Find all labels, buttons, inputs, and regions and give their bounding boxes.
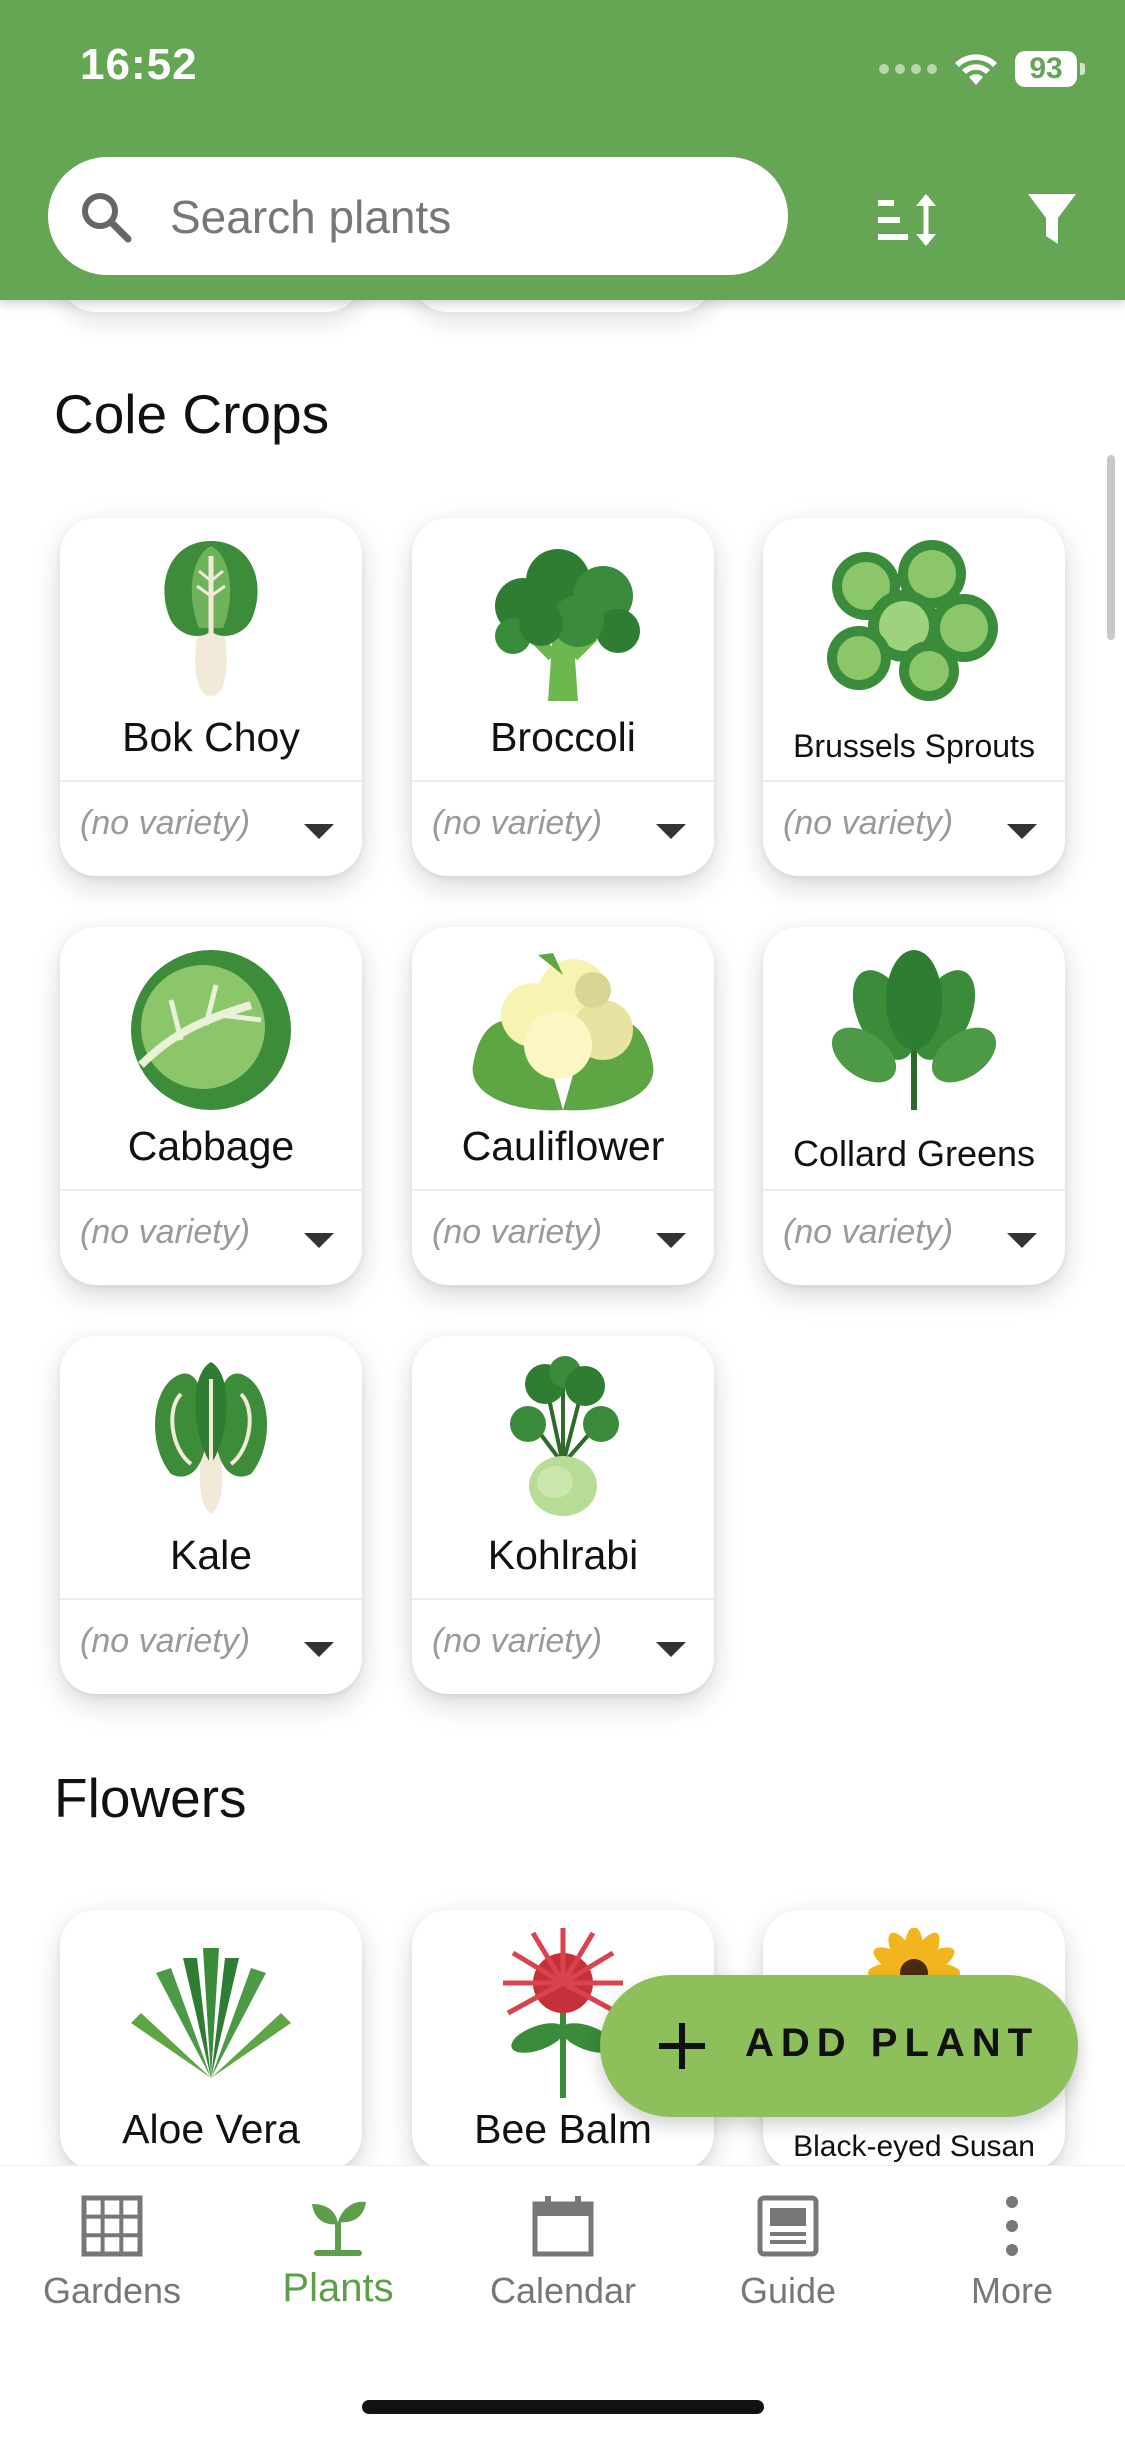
plant-name: Cabbage	[127, 1123, 295, 1169]
sprout-icon	[312, 2201, 366, 2256]
plant-name: Brussels Sprouts	[793, 728, 1035, 764]
section-title-flowers: Flowers	[54, 1767, 247, 1829]
tab-label: Gardens	[42, 2270, 182, 2311]
more-icon	[1006, 2196, 1018, 2256]
tab-label: Guide	[739, 2270, 837, 2311]
plant-name: Cauliflower	[461, 1123, 665, 1169]
status-time: 16:52	[80, 40, 198, 89]
caret-down-icon[interactable]	[304, 1233, 334, 1248]
app-header: 16:52 93	[0, 0, 1125, 300]
tab-more[interactable]: More	[922, 2194, 1102, 2312]
plant-card-bok-choy[interactable]: Bok Choy (no variety)	[60, 518, 362, 876]
cabbage-icon	[131, 950, 291, 1110]
variety-dropdown[interactable]: (no variety)	[80, 1622, 250, 1661]
plant-card-collard-greens[interactable]: Collard Greens (no variety)	[763, 927, 1065, 1285]
cellular-signal-icon	[879, 64, 937, 74]
tab-gardens[interactable]: Gardens	[22, 2194, 202, 2312]
variety-dropdown[interactable]: (no variety)	[80, 1213, 250, 1252]
tab-plants[interactable]: Plants	[248, 2194, 428, 2311]
search-bar[interactable]	[48, 157, 788, 275]
variety-dropdown[interactable]: (no variety)	[783, 1213, 953, 1252]
cauliflower-icon	[472, 953, 654, 1111]
tab-label: Calendar	[489, 2270, 637, 2311]
caret-down-icon[interactable]	[1007, 824, 1037, 839]
variety-dropdown[interactable]: (no variety)	[432, 1622, 602, 1661]
sort-button[interactable]	[868, 180, 948, 260]
divider	[412, 780, 714, 782]
plant-card-broccoli[interactable]: Broccoli (no variety)	[412, 518, 714, 876]
plant-card-aloe-vera[interactable]: Aloe Vera	[60, 1910, 362, 2170]
tab-label: Plants	[282, 2266, 394, 2310]
add-plant-label: ADD PLANT	[745, 2021, 1040, 2065]
plant-card-kale[interactable]: Kale (no variety)	[60, 1336, 362, 1694]
divider	[60, 1189, 362, 1191]
plant-card-kohlrabi[interactable]: Kohlrabi (no variety)	[412, 1336, 714, 1694]
variety-dropdown[interactable]: (no variety)	[80, 804, 250, 843]
plus-icon	[659, 2023, 705, 2069]
variety-dropdown[interactable]: (no variety)	[783, 804, 953, 843]
plant-name: Kohlrabi	[487, 1532, 639, 1578]
divider	[763, 1189, 1065, 1191]
divider	[412, 1598, 714, 1600]
plant-card-cauliflower[interactable]: Cauliflower (no variety)	[412, 927, 714, 1285]
caret-down-icon[interactable]	[656, 824, 686, 839]
guide-icon	[757, 2195, 819, 2257]
divider	[60, 780, 362, 782]
plant-card-cabbage[interactable]: Cabbage (no variety)	[60, 927, 362, 1285]
home-indicator[interactable]	[362, 2400, 764, 2414]
bok-choy-icon	[164, 541, 258, 696]
plant-name: Collard Greens	[792, 1133, 1036, 1174]
collard-greens-icon	[831, 950, 997, 1110]
variety-dropdown[interactable]: (no variety)	[432, 804, 602, 843]
sort-icon	[878, 194, 936, 246]
plant-name: Kale	[169, 1532, 253, 1578]
scrollbar[interactable]	[1107, 455, 1115, 640]
add-plant-button[interactable]: ADD PLANT	[600, 1975, 1078, 2117]
caret-down-icon[interactable]	[656, 1233, 686, 1248]
search-input[interactable]	[168, 179, 752, 255]
kale-icon	[154, 1362, 268, 1514]
plant-card-brussels-sprouts[interactable]: Brussels Sprouts (no variety)	[763, 518, 1065, 876]
section-title-cole-crops: Cole Crops	[54, 383, 330, 445]
bottom-tab-bar: Gardens Plants Calendar Guide More	[0, 2165, 1125, 2437]
divider	[763, 780, 1065, 782]
plant-name: Aloe Vera	[122, 2106, 300, 2152]
caret-down-icon[interactable]	[1007, 1233, 1037, 1248]
filter-icon	[1028, 194, 1076, 244]
variety-dropdown[interactable]: (no variety)	[432, 1213, 602, 1252]
search-icon	[82, 193, 132, 243]
tab-calendar[interactable]: Calendar	[473, 2194, 653, 2312]
plant-name: Black-eyed Susan	[793, 2130, 1035, 2163]
kohlrabi-icon	[510, 1356, 619, 1516]
aloe-vera-icon	[131, 1948, 291, 2078]
caret-down-icon[interactable]	[304, 824, 334, 839]
divider	[60, 1598, 362, 1600]
tab-guide[interactable]: Guide	[698, 2194, 878, 2312]
brussels-sprouts-icon	[827, 540, 998, 701]
plant-name: Broccoli	[490, 714, 636, 760]
grid-icon	[81, 2195, 143, 2257]
divider	[412, 1189, 714, 1191]
tab-label: More	[970, 2270, 1054, 2311]
calendar-icon	[532, 2196, 594, 2257]
plant-name: Bok Choy	[122, 714, 300, 760]
filter-button[interactable]	[1012, 180, 1092, 260]
battery-icon: 93	[1015, 51, 1085, 87]
status-icons: 93	[879, 44, 1085, 94]
broccoli-icon	[495, 549, 640, 701]
caret-down-icon[interactable]	[304, 1642, 334, 1657]
caret-down-icon[interactable]	[656, 1642, 686, 1657]
wifi-icon	[955, 54, 997, 85]
